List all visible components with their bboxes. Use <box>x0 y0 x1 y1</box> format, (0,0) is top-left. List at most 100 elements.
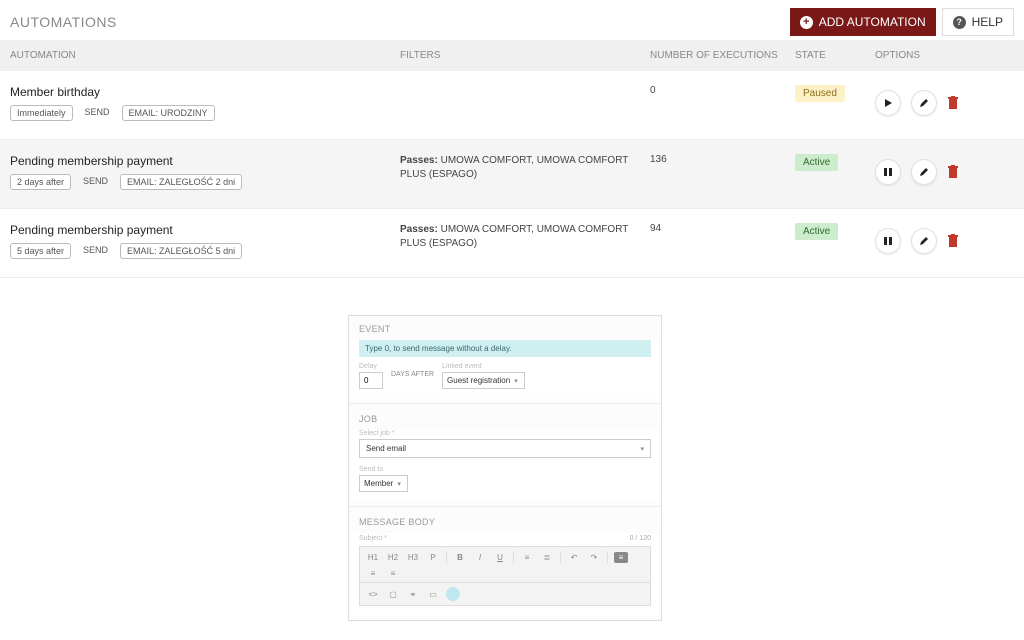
col-header-automation: AUTOMATION <box>10 50 400 61</box>
align-right-button[interactable]: ≡ <box>386 569 400 578</box>
chevron-down-icon: ▾ <box>514 377 518 385</box>
col-header-state: STATE <box>795 50 875 61</box>
col-header-filters: FILTERS <box>400 50 650 61</box>
h3-button[interactable]: H3 <box>406 553 420 562</box>
delay-chip: 5 days after <box>10 243 71 259</box>
select-job-value: Send email <box>366 444 406 453</box>
question-icon: ? <box>953 16 966 29</box>
select-job-select[interactable]: Send email ▾ <box>359 439 651 458</box>
play-button[interactable] <box>875 90 901 116</box>
redo-button[interactable]: ↷ <box>587 553 601 562</box>
status-badge: Paused <box>795 85 845 102</box>
p-button[interactable]: P <box>426 553 440 562</box>
edit-button[interactable] <box>911 90 937 116</box>
executions-cell: 136 <box>650 154 795 190</box>
page-title: AUTOMATIONS <box>10 14 117 30</box>
send-chip: SEND <box>77 243 114 259</box>
add-automation-button[interactable]: + ADD AUTOMATION <box>790 8 936 36</box>
edit-button[interactable] <box>911 228 937 254</box>
filters-label: Passes: <box>400 224 438 235</box>
underline-button[interactable]: U <box>493 553 507 562</box>
automation-name: Pending membership payment <box>10 223 400 237</box>
add-automation-label: ADD AUTOMATION <box>819 15 926 29</box>
subject-label: Subject * <box>359 535 387 542</box>
table-row: Pending membership payment 5 days after … <box>0 209 1024 278</box>
event-hint: Type 0, to send message without a delay. <box>359 340 651 357</box>
align-center-button[interactable]: ≡ <box>366 569 380 578</box>
event-section-title: EVENT <box>349 316 661 340</box>
italic-button[interactable]: I <box>473 553 487 562</box>
pause-icon <box>883 167 893 177</box>
linked-event-value: Guest registration <box>447 376 510 385</box>
linked-event-select[interactable]: Guest registration ▾ <box>442 372 525 389</box>
days-after-label: DAYS AFTER <box>391 371 434 381</box>
pause-button[interactable] <box>875 228 901 254</box>
select-job-label: Select job * <box>359 430 651 437</box>
delete-button[interactable] <box>947 96 959 110</box>
link-button[interactable]: ⚭ <box>406 590 420 599</box>
delay-chip: 2 days after <box>10 174 71 190</box>
undo-button[interactable]: ↶ <box>567 553 581 562</box>
col-header-executions: NUMBER OF EXECUTIONS <box>650 50 795 61</box>
pause-icon <box>883 236 893 246</box>
table-header: AUTOMATION FILTERS NUMBER OF EXECUTIONS … <box>0 40 1024 71</box>
mail-chip: EMAIL: ZALEGŁOŚĆ 2 dni <box>120 174 242 190</box>
list-ul-button[interactable]: ≡ <box>520 553 534 562</box>
send-chip: SEND <box>77 174 114 190</box>
filters-cell: Passes: UMOWA COMFORT, UMOWA COMFORT PLU… <box>400 154 650 190</box>
list-ol-button[interactable]: ≣ <box>540 553 554 562</box>
align-left-button[interactable]: ≡ <box>614 552 628 563</box>
table-row: Member birthday Immediately SEND EMAIL: … <box>0 71 1024 140</box>
col-header-options: OPTIONS <box>875 50 995 61</box>
editor-toolbar-2: <> ▢ ⚭ ▭ <box>359 583 651 606</box>
delay-label: Delay <box>359 363 383 370</box>
delay-input[interactable] <box>359 372 383 389</box>
send-to-select[interactable]: Member ▾ <box>359 475 408 492</box>
editor-toolbar: H1 H2 H3 P B I U ≡ ≣ ↶ ↷ ≡ ≡ ≡ <box>359 546 651 583</box>
h2-button[interactable]: H2 <box>386 553 400 562</box>
trash-icon <box>947 96 959 110</box>
trash-icon <box>947 165 959 179</box>
pencil-icon <box>919 98 929 108</box>
status-badge: Active <box>795 154 838 171</box>
linked-event-label: Linked event <box>442 363 525 370</box>
job-section-title: JOB <box>349 406 661 430</box>
filters-label: Passes: <box>400 155 438 166</box>
delay-chip: Immediately <box>10 105 73 121</box>
filters-cell: Passes: UMOWA COMFORT, UMOWA COMFORT PLU… <box>400 223 650 259</box>
executions-cell: 0 <box>650 85 795 121</box>
send-chip: SEND <box>79 105 116 121</box>
pencil-icon <box>919 167 929 177</box>
help-label: HELP <box>972 15 1003 29</box>
play-icon <box>883 98 893 108</box>
message-section-title: MESSAGE BODY <box>349 509 661 533</box>
edit-button[interactable] <box>911 159 937 185</box>
filters-cell <box>400 85 650 121</box>
chevron-down-icon: ▾ <box>640 445 644 453</box>
delete-button[interactable] <box>947 165 959 179</box>
send-to-value: Member <box>364 479 393 488</box>
code-button[interactable]: <> <box>366 590 380 599</box>
delete-button[interactable] <box>947 234 959 248</box>
pause-button[interactable] <box>875 159 901 185</box>
video-button[interactable]: ▭ <box>426 590 440 599</box>
insert-variable-button[interactable] <box>446 587 460 601</box>
send-to-label: Send to <box>359 466 651 473</box>
chevron-down-icon: ▾ <box>397 480 401 488</box>
automation-editor-panel: EVENT Type 0, to send message without a … <box>348 315 662 621</box>
mail-chip: EMAIL: URODZINY <box>122 105 215 121</box>
automation-name: Pending membership payment <box>10 154 400 168</box>
plus-icon: + <box>800 16 813 29</box>
h1-button[interactable]: H1 <box>366 553 380 562</box>
executions-cell: 94 <box>650 223 795 259</box>
bold-button[interactable]: B <box>453 553 467 562</box>
mail-chip: EMAIL: ZALEGŁOŚĆ 5 dni <box>120 243 242 259</box>
pencil-icon <box>919 236 929 246</box>
help-button[interactable]: ? HELP <box>942 8 1014 36</box>
trash-icon <box>947 234 959 248</box>
table-row: Pending membership payment 2 days after … <box>0 140 1024 209</box>
subject-count: 0 / 120 <box>630 535 651 542</box>
image-button[interactable]: ▢ <box>386 590 400 599</box>
status-badge: Active <box>795 223 838 240</box>
automation-name: Member birthday <box>10 85 400 99</box>
